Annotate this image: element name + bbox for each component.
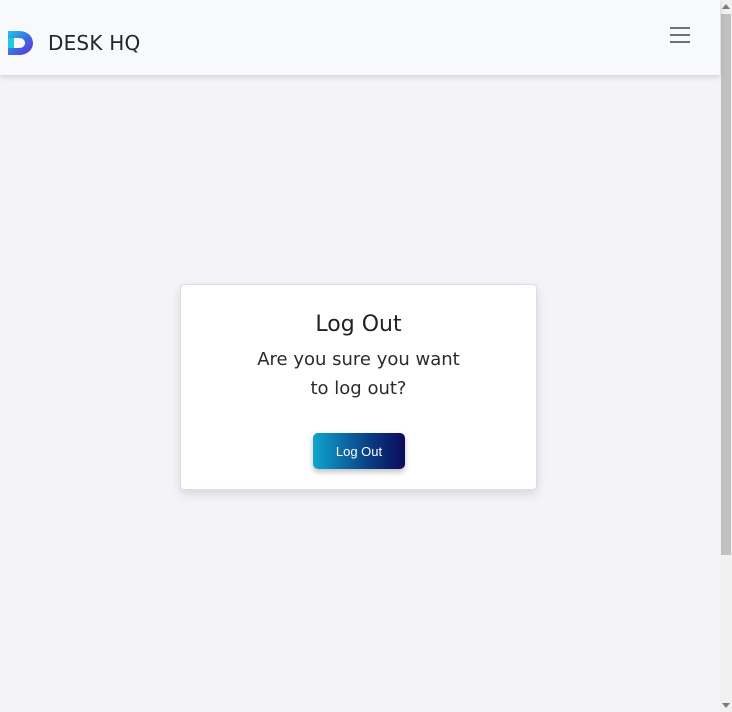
top-navbar: DESK HQ — [0, 0, 720, 75]
page: DESK HQ Log Out Are you sure you want to… — [0, 0, 732, 712]
card-message: Are you sure you want to log out? — [257, 349, 460, 399]
vertical-scrollbar[interactable] — [720, 0, 732, 712]
scrollbar-thumb[interactable] — [721, 14, 731, 555]
desk-hq-logo-icon — [8, 31, 33, 55]
menu-line — [670, 27, 690, 29]
logout-button[interactable]: Log Out — [313, 433, 405, 469]
scroll-up-arrow-icon[interactable] — [722, 4, 730, 9]
card-title: Log Out — [315, 312, 402, 337]
main-content: Log Out Are you sure you want to log out… — [0, 75, 720, 712]
scroll-down-arrow-icon[interactable] — [722, 703, 730, 708]
logout-card: Log Out Are you sure you want to log out… — [180, 284, 537, 490]
hamburger-menu-icon[interactable] — [668, 27, 692, 47]
brand-name: DESK HQ — [48, 31, 141, 55]
menu-line — [670, 34, 690, 36]
brand[interactable]: DESK HQ — [6, 28, 140, 58]
menu-line — [670, 41, 690, 43]
